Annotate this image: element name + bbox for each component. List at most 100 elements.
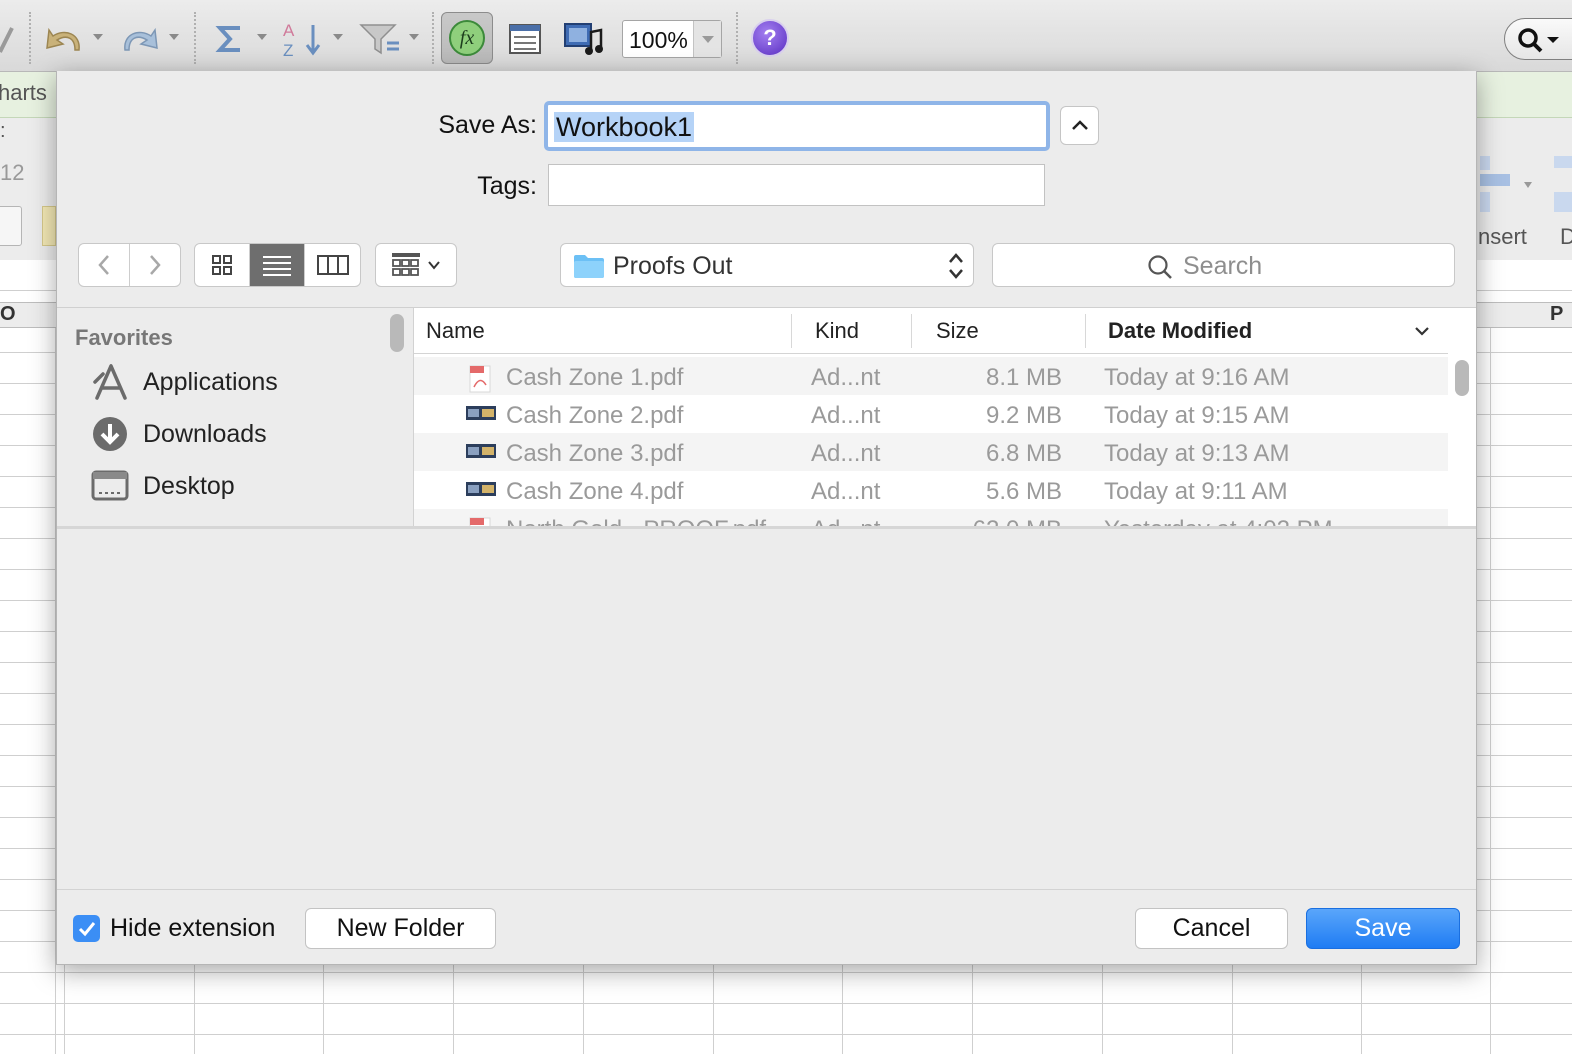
footer-separator [57,889,1476,890]
column-header-date-modified[interactable]: Date Modified [1108,318,1252,344]
cut-icon[interactable] [0,14,16,64]
grid-column-line [713,960,714,1054]
pdf-thumbnail-icon [466,482,496,496]
column-header-p[interactable]: P [1550,303,1563,326]
grid-view-icon [212,255,232,275]
file-size: 6.8 MB [985,440,1062,467]
column-divider[interactable] [911,314,912,348]
pdf-icon [469,517,491,526]
tags-input[interactable] [548,164,1045,206]
help-glyph: ? [763,25,777,50]
ribbon-tab-charts-fragment[interactable]: harts [0,80,47,106]
chevron-down-icon [428,261,440,270]
filter-icon[interactable] [356,14,404,64]
zoom-combobox[interactable]: 100% [622,20,722,58]
chevron-up-icon [1072,120,1088,130]
search-placeholder: Search [1183,252,1263,280]
redo-dropdown-caret[interactable] [169,34,179,40]
file-date: Yesterday at 4:02 PM [1104,516,1333,526]
column-header-name[interactable]: Name [426,318,485,344]
file-date: Today at 9:11 AM [1104,478,1288,505]
column-divider[interactable] [791,314,792,348]
column-header-o[interactable]: O [0,303,16,326]
file-row[interactable]: Cash Zone 1.pdf Ad...nt 8.1 MB Today at … [414,357,1448,395]
sort-dropdown-caret[interactable] [333,34,343,40]
column-header-kind[interactable]: Kind [815,318,859,344]
toolbar-search-field[interactable] [1504,18,1572,60]
function-button[interactable]: fx [441,12,493,64]
forward-button[interactable] [130,244,181,286]
ribbon-fragment-d: D [1560,224,1572,249]
redo-icon[interactable] [116,14,164,64]
font-size-fragment[interactable]: 12 [0,160,24,186]
save-as-label: Save As: [438,111,537,139]
column-divider[interactable] [1085,314,1086,348]
new-folder-button[interactable]: New Folder [305,908,496,949]
file-size: 8.1 MB [985,364,1062,391]
column-view-button[interactable] [305,244,360,286]
file-name: Cash Zone 2.pdf [506,402,684,429]
save-as-input[interactable]: Workbook1 [544,101,1050,151]
function-icon: fx [449,20,485,56]
zoom-value[interactable]: 100% [629,27,688,54]
ribbon-insert-fragment[interactable]: nsert [1478,224,1527,250]
file-row[interactable]: Cash Zone 4.pdf Ad...nt 5.6 MB Today at … [414,471,1448,509]
filter-dropdown-caret[interactable] [409,34,419,40]
save-button[interactable]: Save [1306,908,1460,949]
chevron-right-icon [149,255,161,275]
sort-icon[interactable]: AZ [280,14,328,64]
hide-extension-option[interactable]: Hide extension [73,914,275,943]
grid-column-line [194,960,195,1054]
cancel-button[interactable]: Cancel [1135,908,1288,949]
sidebar-item-downloads[interactable]: Downloads [91,414,267,454]
undo-icon[interactable] [40,14,88,64]
location-popup[interactable]: Proofs Out [560,243,974,287]
sidebar-item-desktop[interactable]: Desktop [91,466,235,506]
file-list-scrollbar[interactable] [1455,360,1469,396]
sidebar-item-label: Downloads [143,419,267,448]
list-view-button[interactable] [250,244,305,286]
sidebar: Favorites Applications Downloads Desktop [57,308,413,526]
undo-dropdown-caret[interactable] [93,34,103,40]
arrange-cell [376,244,456,286]
search-input[interactable]: Search [992,243,1455,287]
expand-dialog-button[interactable] [1060,106,1099,145]
file-name: Cash Zone 4.pdf [506,478,684,505]
pdf-icon [469,365,491,393]
location-name: Proofs Out [613,252,733,280]
zoom-dropdown-button[interactable] [693,21,721,57]
column-view-icon [316,255,349,275]
autosum-dropdown-caret[interactable] [257,34,267,40]
arrange-icon [392,253,420,276]
formula-builder-icon[interactable] [505,14,545,64]
icon-view-button[interactable] [195,244,250,286]
sidebar-item-applications[interactable]: Applications [91,362,278,402]
grid-column-line [1232,960,1233,1054]
svg-text:Z: Z [283,41,293,59]
hide-extension-checkbox[interactable] [73,915,100,942]
back-forward-control [78,243,181,287]
help-icon[interactable]: ? [751,19,789,57]
file-row[interactable]: Cash Zone 3.pdf Ad...nt 6.8 MB Today at … [414,433,1448,471]
arrange-menu-button[interactable] [375,243,457,287]
sort-descending-chevron-icon[interactable] [1414,325,1430,337]
back-button[interactable] [79,244,130,286]
hide-extension-label: Hide extension [110,914,276,942]
desktop-icon [91,470,129,501]
column-header-size[interactable]: Size [936,318,979,344]
file-kind: Ad...nt [811,478,881,505]
save-as-value[interactable]: Workbook1 [554,112,695,142]
file-row[interactable]: North Gold - PROOF.pdf Ad...nt 62.0 MB Y… [414,509,1448,526]
sidebar-heading-favorites: Favorites [75,325,173,350]
sidebar-scrollbar[interactable] [390,314,404,352]
media-browser-icon[interactable] [560,14,606,64]
autosum-icon[interactable] [210,14,248,64]
file-row[interactable]: Cash Zone 2.pdf Ad...nt 9.2 MB Today at … [414,395,1448,433]
insert-cells-icon[interactable] [1478,156,1532,212]
ribbon-swatch-fragment [42,206,56,246]
file-kind: Ad...nt [811,402,881,429]
file-kind: Ad...nt [811,440,881,467]
font-dropdown-fragment[interactable] [0,206,22,246]
list-view-icon [263,256,291,276]
pdf-thumbnail-icon [466,444,496,458]
